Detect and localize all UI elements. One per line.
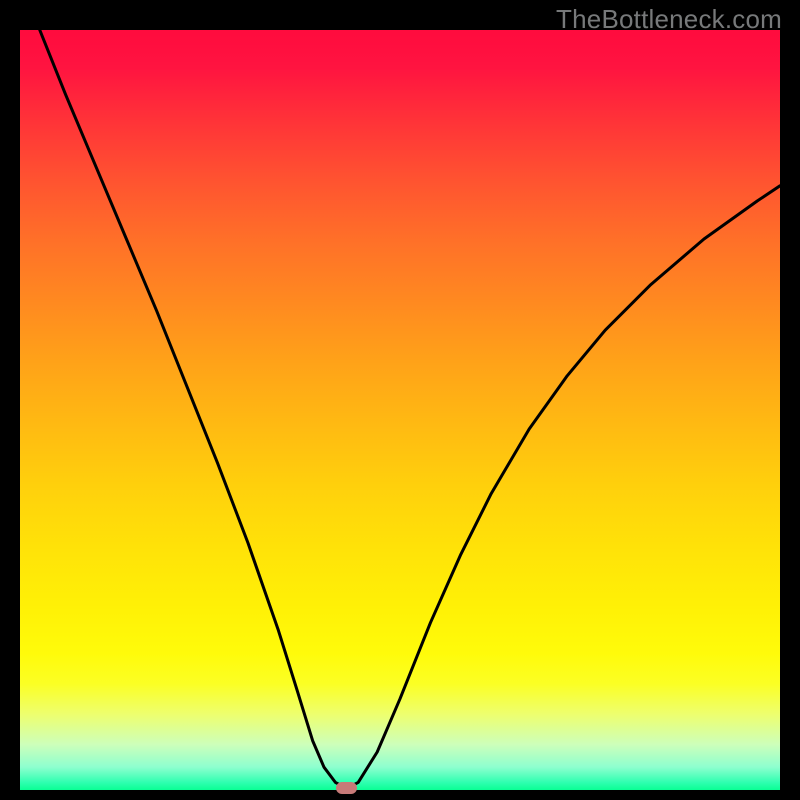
chart-frame: TheBottleneck.com (0, 0, 800, 800)
gradient-background (20, 30, 780, 790)
min-marker (336, 782, 357, 794)
plot-area (20, 30, 780, 790)
